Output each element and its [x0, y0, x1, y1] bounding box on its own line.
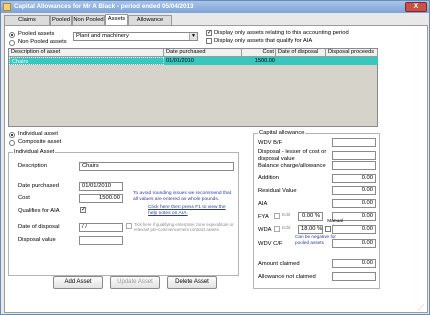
qualifies-aia-label: Qualifies for AIA: [18, 208, 60, 214]
title-bar: Capital Allowances for Mr A Black - peri…: [1, 1, 429, 13]
wdv-bf-value: [332, 138, 376, 147]
column-header-date-disposal[interactable]: Date of disposal: [276, 49, 326, 57]
aia-value: 0.00: [332, 199, 376, 208]
rounding-note: To avoid rounding issues we recommend th…: [133, 191, 232, 202]
chevron-down-icon: ▼: [189, 33, 197, 40]
column-header-disposal-proceeds[interactable]: Disposal proceeds: [326, 49, 378, 57]
capital-allowances-window: Capital Allowances for Mr A Black - peri…: [0, 0, 430, 315]
aia-only-checkbox[interactable]: [206, 38, 212, 44]
wdv-cf-value: 0.00: [332, 239, 376, 248]
wdv-cf-label: WDV C/F: [258, 241, 283, 247]
capital-allowance-group-title: Capital allowance: [258, 130, 306, 136]
aia-label: AIA: [258, 201, 268, 207]
residual-value-value: 0.00: [332, 186, 376, 195]
cell-date-purchased: 01/01/2010: [166, 58, 194, 64]
allowance-not-claimed-value: [332, 272, 376, 281]
tab-non-pooled[interactable]: Non Pooled: [72, 15, 105, 25]
disposal-value-input[interactable]: [79, 236, 123, 245]
date-purchased-label: Date purchased: [18, 183, 59, 189]
table-row[interactable]: Chairs 01/01/2010 1500.00: [9, 57, 378, 65]
disposal-lesser-value: [332, 151, 376, 160]
resize-grip-icon[interactable]: ⋰: [418, 304, 428, 314]
window-title: Capital Allowances for Mr A Black - peri…: [14, 3, 194, 10]
date-disposal-input[interactable]: / /: [79, 223, 123, 232]
wda-edit-label: Edit: [282, 226, 291, 231]
non-pooled-assets-label: Non Pooled assets: [18, 39, 67, 45]
cell-disposal-proceeds: [326, 57, 378, 65]
balance-charge-label: Balance charge/allowance: [258, 163, 326, 169]
tab-assets[interactable]: Assets: [105, 14, 128, 25]
individual-asset-label: Individual asset: [18, 131, 58, 137]
composite-asset-radio[interactable]: [9, 140, 15, 146]
date-purchased-input[interactable]: 01/01/2010: [79, 182, 123, 191]
addition-label: Addition: [258, 175, 279, 181]
cell-cost: 1500.00: [254, 58, 275, 64]
description-label: Description: [18, 163, 47, 169]
pooled-assets-radio[interactable]: [9, 32, 15, 38]
fya-label: FYA: [258, 214, 269, 220]
tab-claims-summary[interactable]: Claims Summary: [4, 15, 50, 32]
composite-asset-label: Composite asset: [18, 139, 62, 145]
app-icon: [3, 3, 11, 11]
delete-asset-button[interactable]: Delete Asset: [167, 276, 217, 289]
date-disposal-label: Date of disposal: [18, 224, 60, 230]
pooled-assets-label: Pooled assets: [18, 31, 55, 37]
amount-claimed-label: Amount claimed: [258, 261, 300, 267]
period-only-checkbox[interactable]: ✓: [206, 30, 212, 36]
pool-type-select[interactable]: Plant and machinery ▼: [73, 32, 198, 41]
wdv-bf-label: WDV B/F: [258, 140, 283, 146]
fya-edit-checkbox[interactable]: [274, 213, 280, 219]
fya-edit-label: Edit: [282, 213, 291, 218]
qualifies-aia-checkbox[interactable]: ✓: [80, 207, 86, 213]
column-header-description[interactable]: Description of asset: [9, 49, 164, 57]
wda-value: 0.00: [332, 225, 376, 234]
residual-value-label: Residual Value: [258, 188, 297, 194]
enterprise-zone-note: Tick here if qualifying enterprise zone …: [134, 222, 234, 232]
tab-allowance-rates[interactable]: Allowance Rates: [128, 15, 172, 32]
column-header-date-purchased[interactable]: Date purchased: [164, 49, 242, 57]
cost-input[interactable]: 1500.00: [79, 194, 123, 203]
assets-grid: Description of asset Date purchased Cost…: [8, 48, 378, 127]
add-asset-button[interactable]: Add Asset: [53, 276, 103, 289]
description-input[interactable]: Chairs: [79, 162, 234, 171]
balance-charge-value: [332, 161, 376, 170]
update-asset-button[interactable]: Update Asset: [110, 276, 160, 289]
non-pooled-assets-radio[interactable]: [9, 40, 15, 46]
individual-asset-radio[interactable]: [9, 132, 15, 138]
column-header-cost[interactable]: Cost: [242, 49, 276, 57]
cell-date-disposal: [276, 57, 326, 65]
individual-asset-group-title: Individual Asset: [13, 149, 56, 155]
disposal-value-label: Disposal value: [18, 237, 56, 243]
wda-label: WDA: [258, 227, 272, 233]
cost-label: Cost: [18, 195, 30, 201]
aia-only-label: Display only assets that qualify for AIA: [214, 38, 313, 44]
tab-pooled[interactable]: Pooled: [50, 15, 72, 25]
close-button[interactable]: X: [405, 2, 427, 12]
aia-help-link[interactable]: Click here then press F1 to view the hel…: [148, 205, 230, 216]
amount-claimed-value: 0.00: [332, 259, 376, 268]
period-only-label: Display only assets relating to this acc…: [214, 30, 349, 36]
disposal-lesser-label: Disposal - lesser of cost or disposal va…: [258, 149, 327, 162]
allowance-not-claimed-label: Allowance not claimed: [258, 274, 316, 280]
cell-description: Chairs: [9, 57, 164, 65]
addition-value: 0.00: [332, 174, 376, 183]
enterprise-zone-checkbox[interactable]: [126, 223, 132, 229]
wda-edit-checkbox[interactable]: [274, 226, 280, 232]
